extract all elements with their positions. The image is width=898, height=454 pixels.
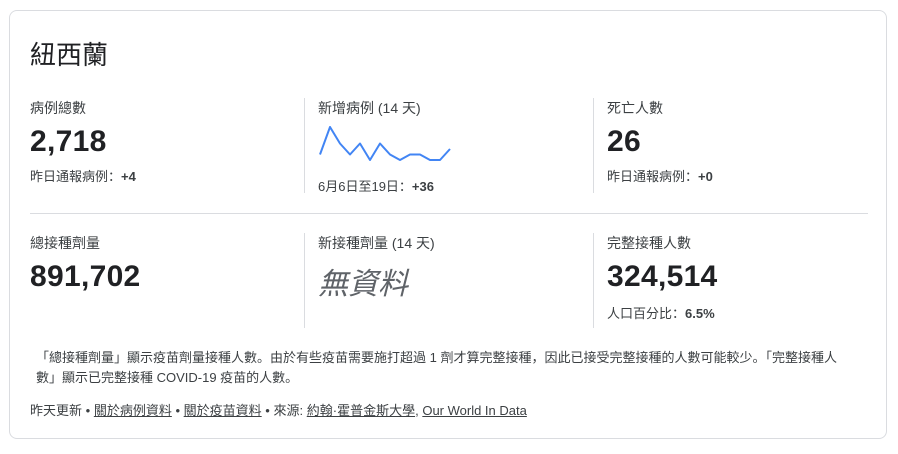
about-vaccines-link[interactable]: 關於疫苗資料 [184, 403, 262, 418]
row-divider [30, 213, 868, 214]
sparkline-series [319, 126, 451, 161]
new-cases-sub-value: +36 [411, 179, 434, 194]
total-doses-value: 891,702 [30, 260, 141, 293]
divider [593, 98, 594, 193]
total-cases-label: 病例總數 [30, 100, 86, 116]
country-title: 紐西蘭 [30, 40, 109, 70]
total-cases-sub: 昨日通報病例：+4 [30, 166, 136, 185]
separator: • [85, 403, 91, 418]
total-cases-sub-label: 昨日通報病例： [30, 169, 122, 184]
new-cases-label: 新增病例 (14 天) [318, 100, 421, 116]
new-cases-block: 新增病例 (14 天) 6月6日至19日：+36 [318, 98, 458, 195]
total-cases-sub-value: +4 [121, 169, 136, 184]
vaccine-explanation-note: 「總接種劑量」顯示疫苗劑量接種人數。由於有些疫苗需要施打超過 1 劑才算完整接種… [36, 350, 837, 385]
deaths-sub-label: 昨日通報病例： [607, 169, 699, 184]
owid-source-link[interactable]: Our World In Data [422, 403, 527, 418]
jhu-source-link[interactable]: 約翰·霍普金斯大學 [307, 403, 415, 418]
fully-vaccinated-sub-label: 人口百分比： [607, 306, 686, 321]
new-cases-sparkline[interactable] [318, 124, 458, 166]
new-doses-label: 新接種劑量 (14 天) [318, 235, 435, 251]
new-cases-sub-label: 6月6日至19日： [318, 179, 412, 194]
fully-vaccinated-value: 324,514 [607, 260, 718, 293]
new-doses-no-data: 無資料 [318, 267, 408, 302]
updated-text: 昨天更新 [30, 403, 83, 418]
separator: • [265, 403, 270, 418]
fully-vaccinated-label: 完整接種人數 [607, 235, 691, 251]
source-comma: , [415, 403, 419, 418]
deaths-sub-value: +0 [698, 169, 713, 184]
fully-vaccinated-sub: 人口百分比：6.5% [607, 303, 718, 322]
about-cases-link[interactable]: 關於病例資料 [94, 403, 172, 418]
total-cases-block: 病例總數 2,718 昨日通報病例：+4 [30, 98, 136, 185]
footer: 昨天更新 • 關於病例資料 • 關於疫苗資料 • 來源: 約翰·霍普金斯大學, … [30, 400, 527, 419]
divider [304, 233, 305, 328]
covid-stats-card: 紐西蘭 病例總數 2,718 昨日通報病例：+4 新增病例 (14 天) 6月6… [9, 10, 887, 439]
deaths-block: 死亡人數 26 昨日通報病例：+0 [607, 98, 713, 185]
divider [304, 98, 305, 193]
deaths-label: 死亡人數 [607, 100, 663, 116]
fully-vaccinated-sub-value: 6.5% [685, 306, 715, 321]
new-cases-sub: 6月6日至19日：+36 [318, 176, 458, 195]
deaths-value: 26 [607, 125, 641, 158]
new-doses-block: 新接種劑量 (14 天) 無資料 [318, 233, 435, 303]
divider [593, 233, 594, 328]
total-doses-label: 總接種劑量 [30, 235, 100, 251]
total-cases-value: 2,718 [30, 125, 107, 158]
total-doses-block: 總接種劑量 891,702 [30, 233, 141, 294]
deaths-sub: 昨日通報病例：+0 [607, 166, 713, 185]
separator: • [175, 403, 181, 418]
fully-vaccinated-block: 完整接種人數 324,514 人口百分比：6.5% [607, 233, 718, 322]
source-label: 來源: [273, 403, 304, 418]
